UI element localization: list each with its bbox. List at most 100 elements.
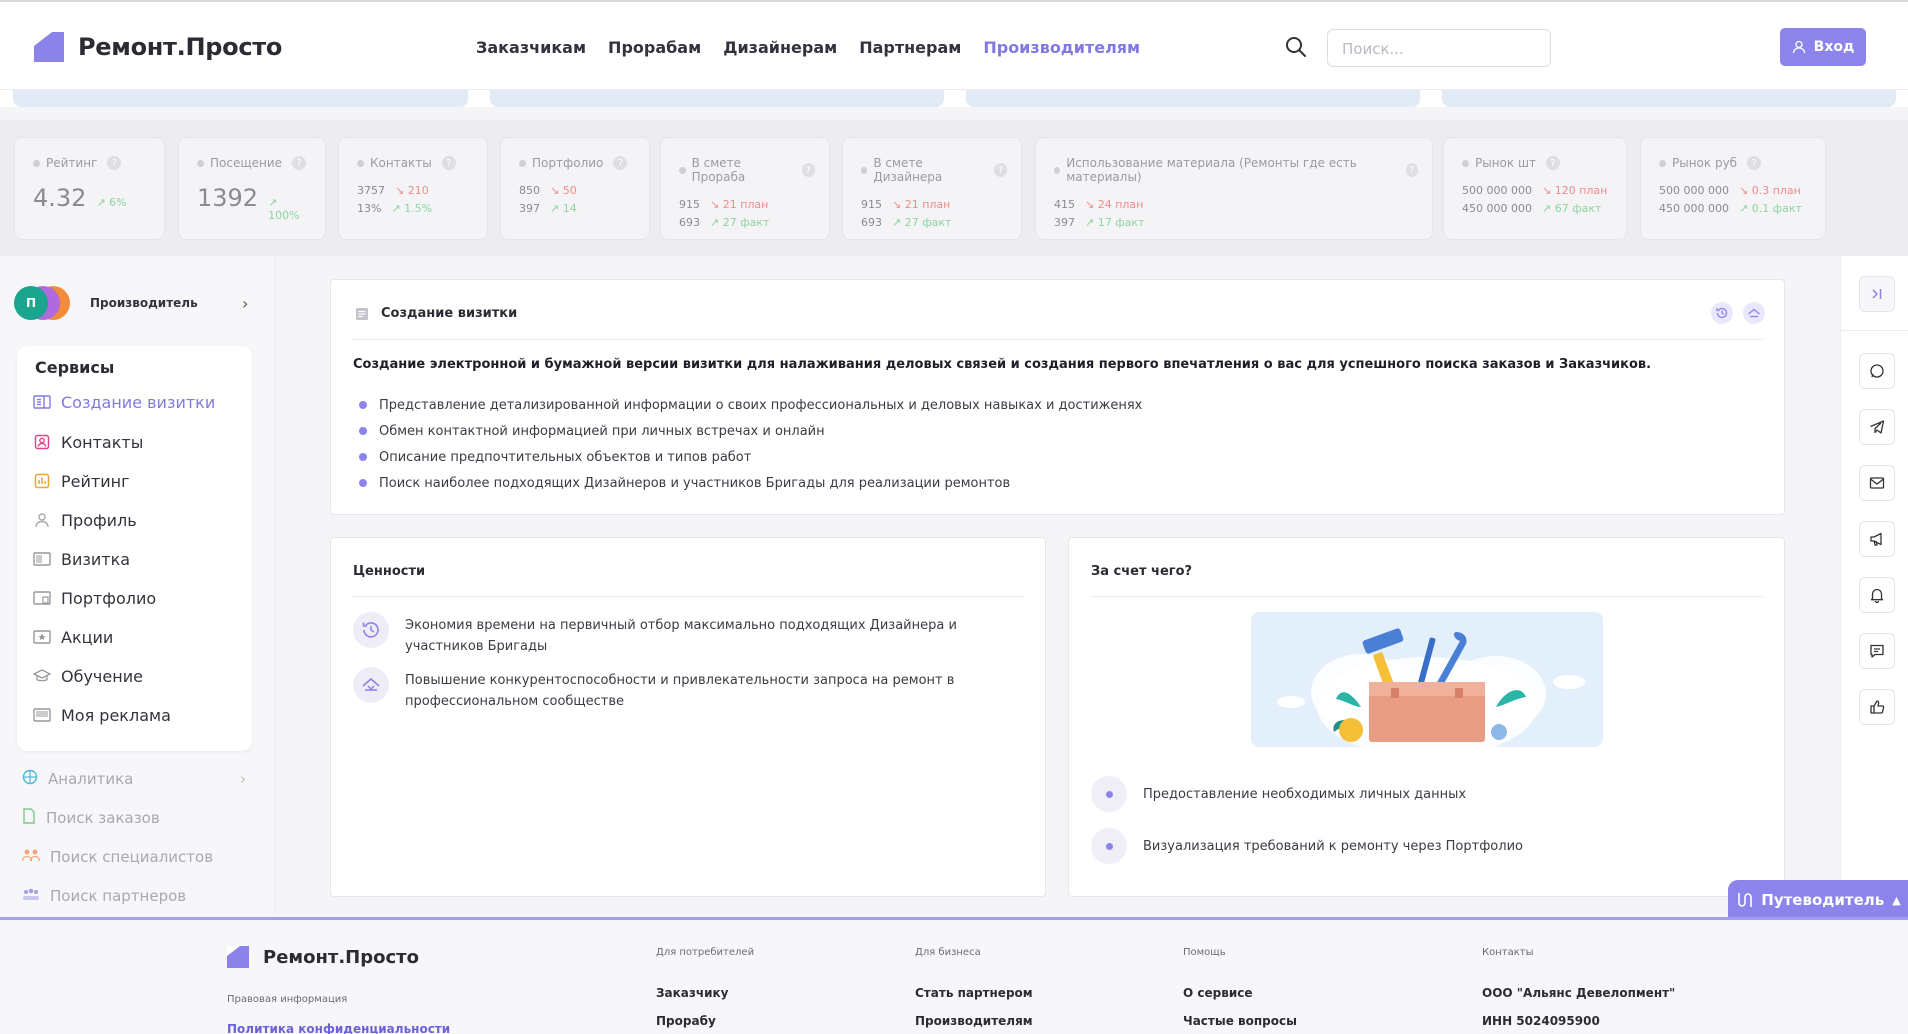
nav-foremen[interactable]: Прорабам [608,38,701,57]
sidebar-item-analytics[interactable]: Аналитика › [22,768,246,790]
help-icon[interactable]: ? [292,156,307,170]
email-button[interactable] [1859,465,1895,501]
whatsapp-button[interactable] [1859,353,1895,389]
stat-card-visits[interactable]: Посещение? 1392 ↗ 100% [178,137,326,240]
sidebar-item-label: Поиск заказов [46,809,160,827]
footer-link[interactable]: Частые вопросы [1183,1014,1297,1028]
stat-row1: 915 [861,198,882,211]
analytics-icon [22,769,38,789]
stat-card-rating[interactable]: Рейтинг? 4.32 ↗ 6% [14,137,165,240]
stat-card-foreman-estimate[interactable]: В смете Прораба? 915 ↘ 21 план 693 ↗ 27 фа… [660,137,830,240]
list-item: Обмен контактной информацией при личных … [359,418,1142,444]
stat-title: В смете Дизайнера [873,156,943,184]
chat-button[interactable] [1859,633,1895,669]
footer-link[interactable]: Прорабу [656,1014,716,1028]
footer-logo[interactable]: Ремонт.Просто [227,946,419,968]
graduation-cap-icon [33,667,51,685]
help-icon[interactable]: ? [1747,156,1762,170]
nav-customers[interactable]: Заказчикам [476,38,586,57]
search-input[interactable]: Поиск... [1327,29,1551,67]
announce-button[interactable] [1859,521,1895,557]
stat-card-market-units[interactable]: Рынок шт? 500 000 000 ↘ 120 план 450 000 … [1443,137,1627,240]
sidebar-item-create-card[interactable]: Создание визитки [33,390,215,414]
list-item-text: Поиск наиболее подходящих Дизайнеров и у… [379,475,1011,491]
sidebar-item-portfolio[interactable]: Портфолио [33,586,156,610]
help-icon[interactable]: ? [441,156,456,170]
stat-pct: 6% [109,196,127,209]
stat-card-portfolio[interactable]: Портфолио? 850 ↘ 50 397 ↗ 14 [500,137,650,240]
login-label: Вход [1813,39,1855,55]
like-button[interactable] [1859,689,1895,725]
help-icon[interactable]: ? [107,156,122,170]
panel-actions [1711,302,1765,324]
sidebar-item-business-card[interactable]: Визитка [33,547,130,571]
mail-icon [1869,477,1885,489]
notifications-button[interactable] [1859,577,1895,613]
how-panel: За счет чего? Предоставление необходимых… [1068,537,1785,897]
avatar: П [14,286,48,320]
footer-link[interactable]: О сервисе [1183,986,1252,1000]
collapse-panel-button[interactable] [1859,276,1895,312]
sidebar-item-my-ads[interactable]: Моя реклама [33,703,171,727]
bell-icon [1870,588,1884,603]
stat-card-market-rub[interactable]: Рынок руб? 500 000 000 ↘ 0.3 план 450 000… [1640,137,1826,240]
login-button[interactable]: Вход [1780,28,1866,66]
stat-row1: 500 000 000 [1659,184,1729,197]
telegram-button[interactable] [1859,409,1895,445]
user-icon [33,511,51,529]
list-item-text: Представление детализированной информаци… [379,397,1143,413]
panel-lead: Создание электронной и бумажной версии в… [353,357,1652,372]
sidebar-item-find-specialists[interactable]: Поиск специалистов [21,846,213,868]
stat-row2-delta: 67 факт [1554,202,1602,215]
sidebar-item-find-orders[interactable]: Поиск заказов [22,807,160,829]
stat-value: 4.32 [33,184,87,212]
portfolio-icon [33,589,51,607]
telegram-icon [1870,420,1885,434]
sidebar-item-promotions[interactable]: Акции [33,625,113,649]
house-icon[interactable] [1743,302,1765,324]
sidebar-item-rating[interactable]: Рейтинг [33,469,129,493]
star-card-icon [33,628,51,646]
footer-link[interactable]: Стать партнером [915,986,1033,1000]
sidebar-item-profile[interactable]: Профиль [33,508,137,532]
history-icon[interactable] [1711,302,1733,324]
help-icon[interactable]: ? [613,156,628,170]
stat-card-material-usage[interactable]: Использование материала (Ремонты где ест… [1035,137,1433,240]
logo[interactable]: Ремонт.Просто [34,32,282,62]
nav-manufacturers[interactable]: Производителям [983,38,1140,57]
sidebar-item-education[interactable]: Обучение [33,664,143,688]
toolbox-illustration [1251,612,1603,747]
services-menu: Сервисы Создание визитки Контакты Рейтин… [17,346,252,751]
nav-designers[interactable]: Дизайнерам [723,38,837,57]
main-nav: Заказчикам Прорабам Дизайнерам Партнерам… [476,38,1140,57]
stat-row1-delta: 120 план [1554,184,1608,197]
help-icon[interactable]: ? [1405,163,1418,177]
footer-logo-text: Ремонт.Просто [263,946,419,968]
sidebar-item-label: Поиск партнеров [50,887,187,905]
stat-card-designer-estimate[interactable]: В смете Дизайнера? 915 ↘ 21 план 693 ↗ 27 … [842,137,1022,240]
search-icon[interactable] [1284,35,1308,59]
stat-row2-delta: 17 факт [1097,216,1145,229]
footer-link[interactable]: Заказчику [656,986,728,1000]
footer-link[interactable]: Производителям [915,1014,1033,1028]
help-icon[interactable]: ? [994,163,1007,177]
chevron-up-icon: ▲ [1892,893,1901,907]
stat-row1-delta: 0.3 план [1751,184,1801,197]
guide-button[interactable]: Путеводитель ▲ [1728,880,1908,920]
strip-bar [1442,90,1896,107]
stat-card-contacts[interactable]: Контакты? 3757 ↘ 210 13% ↗ 1.5% [338,137,488,240]
stat-row1: 415 [1054,198,1075,211]
sidebar-item-label: Моя реклама [61,705,171,725]
panel-header: Создание визитки [355,306,517,321]
tabs-strip [0,90,1908,107]
stat-row2: 693 [861,216,882,229]
privacy-link[interactable]: Политика конфиденциальности [227,1022,450,1034]
help-icon[interactable]: ? [1545,156,1560,170]
sidebar-item-contacts[interactable]: Контакты [33,430,143,454]
stat-row2: 397 [1054,216,1075,229]
help-icon[interactable]: ? [801,163,815,177]
nav-partners[interactable]: Партнерам [859,38,961,57]
sidebar-item-find-partners[interactable]: Поиск партнеров [22,885,186,907]
role-switcher[interactable]: П Производитель › [14,286,254,322]
stat-row2-delta: 27 факт [904,216,952,229]
